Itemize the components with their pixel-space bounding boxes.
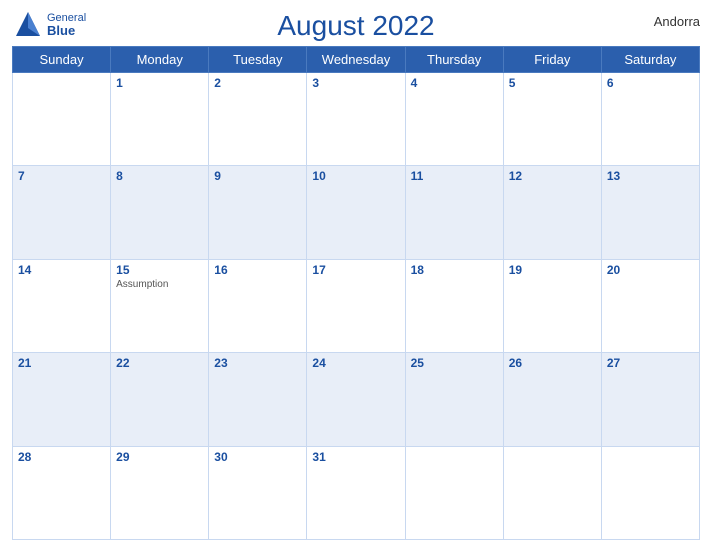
header-friday: Friday xyxy=(503,47,601,73)
day-cell: 30 xyxy=(209,446,307,539)
day-number: 2 xyxy=(214,76,301,90)
calendar-title: August 2022 xyxy=(277,10,434,42)
day-cell: 24 xyxy=(307,353,405,446)
week-row-1: 789 10 11 12 13 xyxy=(13,166,700,259)
day-number: 17 xyxy=(312,263,399,277)
day-cell: 9 xyxy=(209,166,307,259)
day-cell: 4 xyxy=(405,73,503,166)
holiday-name: Assumption xyxy=(116,279,203,290)
day-cell: 14 xyxy=(13,259,111,352)
day-cell: 17 xyxy=(307,259,405,352)
day-cell: 28 xyxy=(13,446,111,539)
day-number: 6 xyxy=(607,76,694,90)
logo-blue: Blue xyxy=(47,24,86,38)
day-cell: 12 xyxy=(503,166,601,259)
day-cell: 25 xyxy=(405,353,503,446)
day-number: 13 xyxy=(607,169,694,183)
day-cell: 1 xyxy=(111,73,209,166)
day-cell: 18 xyxy=(405,259,503,352)
day-number: 30 xyxy=(214,450,301,464)
day-number: 27 xyxy=(607,356,694,370)
calendar-body: 123456789101112131415Assumption161718192… xyxy=(13,73,700,540)
day-number: 12 xyxy=(509,169,596,183)
day-cell: 29 xyxy=(111,446,209,539)
day-number: 23 xyxy=(214,356,301,370)
day-number: 19 xyxy=(509,263,596,277)
header-wednesday: Wednesday xyxy=(307,47,405,73)
day-number: 11 xyxy=(411,169,498,183)
day-cell: 26 xyxy=(503,353,601,446)
day-cell xyxy=(13,73,111,166)
day-cell: 19 xyxy=(503,259,601,352)
day-cell: 10 xyxy=(307,166,405,259)
day-number: 7 xyxy=(18,169,105,183)
day-number: 1 xyxy=(116,76,203,90)
day-number: 25 xyxy=(411,356,498,370)
day-cell: 22 xyxy=(111,353,209,446)
day-number: 31 xyxy=(312,450,399,464)
day-cell: 5 xyxy=(503,73,601,166)
day-number: 21 xyxy=(18,356,105,370)
day-cell: 6 xyxy=(601,73,699,166)
calendar-wrapper: General Blue August 2022 Andorra Sunday … xyxy=(0,0,712,550)
header-thursday: Thursday xyxy=(405,47,503,73)
day-cell: 15 Assumption xyxy=(111,259,209,352)
weekday-header-row: Sunday Monday Tuesday Wednesday Thursday… xyxy=(13,47,700,73)
week-row-0: 123456 xyxy=(13,73,700,166)
day-number: 18 xyxy=(411,263,498,277)
day-number: 16 xyxy=(214,263,301,277)
country-label: Andorra xyxy=(654,14,700,29)
week-row-3: 21 22 23 24 25 26 27 xyxy=(13,353,700,446)
header-tuesday: Tuesday xyxy=(209,47,307,73)
day-cell: 2 xyxy=(209,73,307,166)
logo-area: General Blue xyxy=(12,10,86,40)
logo-icon xyxy=(12,10,44,40)
day-number: 28 xyxy=(18,450,105,464)
day-cell: 16 xyxy=(209,259,307,352)
day-cell xyxy=(503,446,601,539)
day-cell: 23 xyxy=(209,353,307,446)
header-monday: Monday xyxy=(111,47,209,73)
day-number: 10 xyxy=(312,169,399,183)
day-cell: 13 xyxy=(601,166,699,259)
day-cell: 7 xyxy=(13,166,111,259)
day-cell xyxy=(405,446,503,539)
day-number: 4 xyxy=(411,76,498,90)
day-cell xyxy=(601,446,699,539)
day-number: 22 xyxy=(116,356,203,370)
calendar-table: Sunday Monday Tuesday Wednesday Thursday… xyxy=(12,46,700,540)
header-saturday: Saturday xyxy=(601,47,699,73)
day-cell: 11 xyxy=(405,166,503,259)
week-row-4: 28 29 30 31 xyxy=(13,446,700,539)
day-number: 20 xyxy=(607,263,694,277)
day-cell: 3 xyxy=(307,73,405,166)
day-number: 8 xyxy=(116,169,203,183)
day-cell: 20 xyxy=(601,259,699,352)
day-number: 5 xyxy=(509,76,596,90)
day-cell: 8 xyxy=(111,166,209,259)
header-sunday: Sunday xyxy=(13,47,111,73)
day-number: 24 xyxy=(312,356,399,370)
day-cell: 31 xyxy=(307,446,405,539)
day-number: 14 xyxy=(18,263,105,277)
day-number: 9 xyxy=(214,169,301,183)
day-number: 15 xyxy=(116,263,203,277)
week-row-2: 14 15 Assumption 16 17 18 19 20 xyxy=(13,259,700,352)
day-number: 26 xyxy=(509,356,596,370)
day-number: 3 xyxy=(312,76,399,90)
calendar-header: General Blue August 2022 Andorra xyxy=(12,10,700,42)
day-number: 29 xyxy=(116,450,203,464)
day-cell: 27 xyxy=(601,353,699,446)
day-cell: 21 xyxy=(13,353,111,446)
